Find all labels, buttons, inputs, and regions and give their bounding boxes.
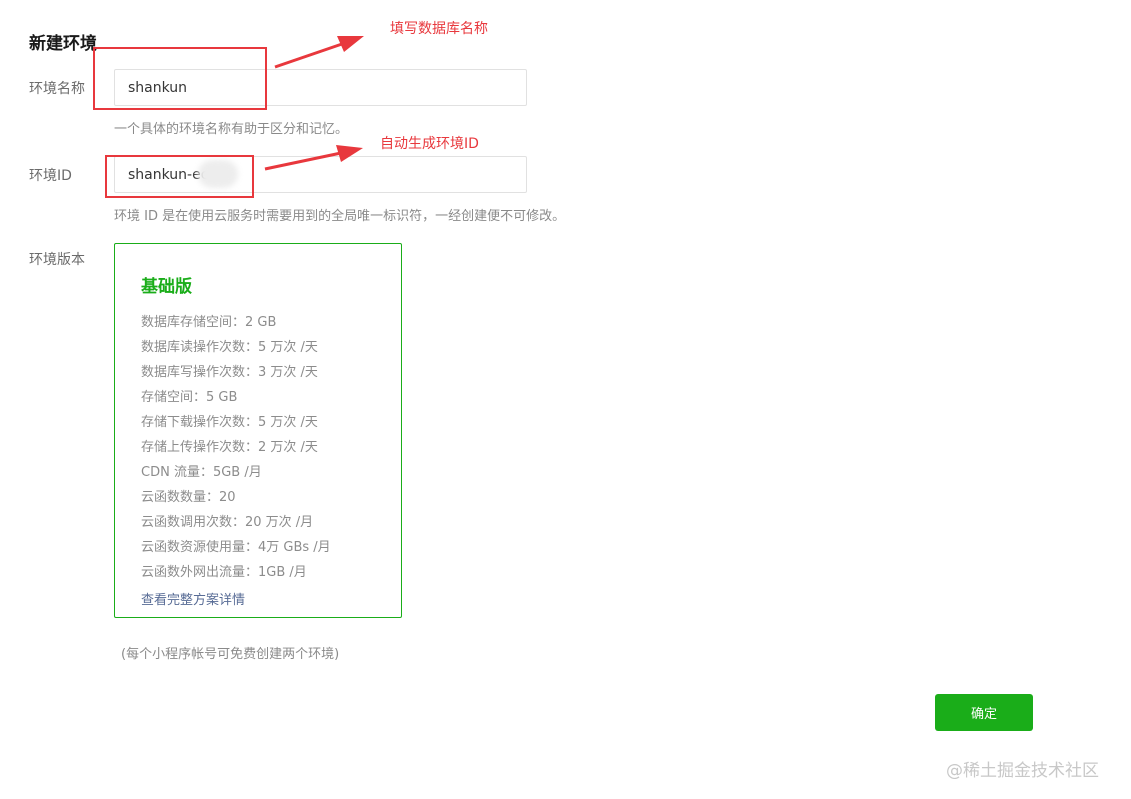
quota-item: 存储上传操作次数：2 万次 /天 — [141, 440, 318, 455]
quota-item: 云函数调用次数：20 万次 /月 — [141, 515, 314, 530]
page-title: 新建环境 — [29, 34, 97, 54]
env-version-label: 环境版本 — [29, 252, 85, 268]
quota-item: 存储下载操作次数：5 万次 /天 — [141, 415, 318, 430]
annotation-box-id — [105, 155, 254, 198]
plan-quota-list: 数据库存储空间：2 GB 数据库读操作次数：5 万次 /天 数据库写操作次数：3… — [141, 310, 331, 585]
quota-item: 云函数资源使用量：4万 GBs /月 — [141, 540, 331, 555]
plan-details-link[interactable]: 查看完整方案详情 — [141, 589, 245, 608]
quota-item: CDN 流量：5GB /月 — [141, 465, 262, 480]
quota-item: 存储空间：5 GB — [141, 390, 238, 405]
quota-item: 数据库写操作次数：3 万次 /天 — [141, 365, 318, 380]
plan-name: 基础版 — [141, 277, 192, 297]
quota-item: 云函数外网出流量：1GB /月 — [141, 565, 307, 580]
annotation-text-id: 自动生成环境ID — [380, 136, 479, 152]
free-env-note: (每个小程序帐号可免费创建两个环境) — [121, 647, 340, 662]
quota-item: 云函数数量：20 — [141, 490, 236, 505]
annotation-arrow-name — [274, 36, 364, 69]
quota-item: 数据库读操作次数：5 万次 /天 — [141, 340, 318, 355]
annotation-text-name: 填写数据库名称 — [390, 21, 488, 37]
watermark: @稀土掘金技术社区 — [946, 761, 1099, 781]
env-name-label: 环境名称 — [29, 81, 85, 97]
quota-item: 数据库存储空间：2 GB — [141, 315, 277, 330]
plan-card-basic[interactable]: 基础版 数据库存储空间：2 GB 数据库读操作次数：5 万次 /天 数据库写操作… — [114, 243, 402, 618]
env-id-label: 环境ID — [29, 168, 72, 184]
env-id-hint: 环境 ID 是在使用云服务时需要用到的全局唯一标识符，一经创建便不可修改。 — [114, 209, 566, 224]
confirm-button[interactable]: 确定 — [935, 694, 1033, 731]
annotation-box-name — [93, 47, 267, 110]
env-name-hint: 一个具体的环境名称有助于区分和记忆。 — [114, 122, 349, 137]
